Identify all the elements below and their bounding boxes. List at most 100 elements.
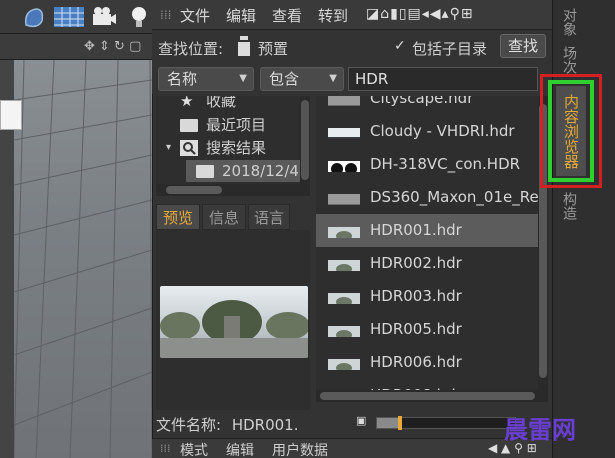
floor-grid-icon[interactable] xyxy=(52,3,86,31)
tab-language[interactable]: 语言 xyxy=(248,204,290,230)
include-subdirs-label: 包括子目录 xyxy=(412,40,488,58)
small-thumbnail-icon: ▣ xyxy=(356,414,367,427)
menu-file[interactable]: 文件 xyxy=(180,5,210,26)
tree-item-label: 2018/12/4 xyxy=(222,162,299,180)
file-thumbnail xyxy=(328,189,360,205)
hdr-preview-image xyxy=(160,286,308,358)
folder-tree[interactable]: ★ 收藏 最近项目 ▾ 搜索结果 2018/12/4 xyxy=(156,96,300,184)
grip-icon: ⁞⁞⁞ xyxy=(160,8,172,22)
menu-edit[interactable]: 编辑 xyxy=(226,5,256,26)
filter-condition-value: 包含 xyxy=(269,70,300,88)
file-name: DS360_Maxon_01e_Re xyxy=(370,188,538,206)
tab-structure[interactable]: 构造 xyxy=(559,186,579,226)
menu-user-data[interactable]: 用户数据 xyxy=(272,440,328,458)
file-row[interactable]: HDR006.hdr xyxy=(316,346,538,379)
file-row[interactable]: DS360_Maxon_01e_Re xyxy=(316,181,538,214)
tree-hscroll-thumb[interactable] xyxy=(166,186,222,194)
menu-view[interactable]: 查看 xyxy=(272,5,302,26)
file-name: Cityscape.hdr xyxy=(370,96,474,107)
tree-item-favorites[interactable]: ★ 收藏 xyxy=(156,96,300,112)
file-thumbnail xyxy=(328,123,360,139)
file-name: Cloudy - VHDRI.hdr xyxy=(370,122,515,140)
file-row[interactable]: HDR002.hdr xyxy=(316,247,538,280)
preset-icon xyxy=(238,36,250,56)
search-folder-icon xyxy=(180,140,198,156)
slider-fill xyxy=(377,418,398,428)
file-name: HDR005.hdr xyxy=(370,320,462,338)
chevron-down-icon[interactable]: ▾ xyxy=(166,137,171,159)
chevron-down-icon: ▼ xyxy=(329,73,337,84)
file-name: HDR001.hdr xyxy=(370,221,462,239)
tree-item-label: 搜索结果 xyxy=(206,139,267,157)
tree-item-label: 最近项目 xyxy=(206,116,267,134)
include-subdirs-checkbox[interactable]: ✓ xyxy=(394,38,406,54)
file-thumbnail xyxy=(328,96,360,106)
file-thumbnail xyxy=(328,288,360,304)
thumbnail-size-slider[interactable] xyxy=(376,416,516,430)
attributes-menubar: ⁞⁞⁞ 模式 编辑 用户数据 ◀ ▲ ⚲ ⊞ xyxy=(152,438,552,458)
filename-row: 文件名称: HDR001. xyxy=(156,412,314,438)
search-location-bar: 查找位置: 预置 ✓ 包括子目录 查找 xyxy=(152,30,552,64)
filename-label: 文件名称: xyxy=(156,416,222,434)
folder-icon xyxy=(196,165,214,178)
watermark-logo: 晨雷网 xyxy=(504,415,576,444)
file-row[interactable]: Cloudy - VHDRI.hdr xyxy=(316,115,538,148)
filter-condition-dropdown[interactable]: 包含 ▼ xyxy=(260,67,344,91)
viewport-overlay-box xyxy=(0,100,22,130)
file-row[interactable]: DH-318VC_con.HDR xyxy=(316,148,538,181)
location-value[interactable]: 预置 xyxy=(258,38,288,59)
filter-field-dropdown[interactable]: 名称 ▼ xyxy=(158,67,254,91)
right-tab-strip: 对象 场次 构造 xyxy=(552,0,615,458)
filename-value: HDR001. xyxy=(231,416,299,434)
find-button[interactable]: 查找 xyxy=(500,34,546,58)
file-row[interactable]: Cityscape.hdr xyxy=(316,96,538,115)
file-thumbnail xyxy=(328,222,360,238)
file-name: HDR006.hdr xyxy=(370,353,462,371)
main-toolbar xyxy=(0,0,152,34)
info-tabs: 预览 信息 语言 xyxy=(156,204,310,230)
file-name: HDR002.hdr xyxy=(370,254,462,272)
file-thumbnail xyxy=(328,156,360,172)
file-thumbnail xyxy=(328,255,360,271)
spline-pen-icon[interactable] xyxy=(20,3,48,31)
filter-field-value: 名称 xyxy=(167,70,198,88)
location-label: 查找位置: xyxy=(158,40,224,58)
file-row[interactable]: HDR005.hdr xyxy=(316,313,538,346)
chevron-down-icon: ▼ xyxy=(239,73,247,84)
light-bulb-icon[interactable] xyxy=(128,3,150,31)
camera-icon[interactable] xyxy=(90,3,118,31)
tree-item-recent[interactable]: 最近项目 xyxy=(156,114,300,136)
star-icon: ★ xyxy=(180,96,194,110)
filter-query-input[interactable]: HDR xyxy=(348,67,538,91)
tree-item-label: 收藏 xyxy=(206,96,237,110)
viewport-nav-icons[interactable]: ✥ ⇕ ↻ ▢ xyxy=(84,39,141,54)
tab-takes[interactable]: 场次 xyxy=(559,46,579,74)
menu-goto[interactable]: 转到 xyxy=(318,5,348,26)
tab-content-browser[interactable]: 内容浏览器 xyxy=(556,86,586,176)
list-hscroll-thumb[interactable] xyxy=(320,392,535,400)
menubar-tool-icons[interactable]: ◪⌂▮▯▤◂◀▴⚲⊞ xyxy=(366,6,474,22)
tree-item-date[interactable]: 2018/12/4 xyxy=(186,160,300,182)
file-thumbnail xyxy=(328,354,360,370)
grip-icon: ⁞⁞⁞ xyxy=(160,442,171,455)
file-list[interactable]: Cityscape.hdr Cloudy - VHDRI.hdr DH-318VC_… xyxy=(316,96,538,396)
file-row[interactable]: HDR003.hdr xyxy=(316,280,538,313)
filter-bar: 名称 ▼ 包含 ▼ HDR xyxy=(152,64,552,94)
file-name: DH-318VC_con.HDR xyxy=(370,155,521,173)
tab-info[interactable]: 信息 xyxy=(202,204,246,230)
file-thumbnail xyxy=(328,321,360,337)
menu-mode[interactable]: 模式 xyxy=(180,440,208,458)
browser-menubar: ⁞⁞⁞ 文件 编辑 查看 转到 ◪⌂▮▯▤◂◀▴⚲⊞ xyxy=(152,0,552,30)
slider-knob[interactable] xyxy=(398,416,402,430)
folder-icon xyxy=(180,119,198,132)
file-name: HDR003.hdr xyxy=(370,287,462,305)
tree-scroll-thumb[interactable] xyxy=(301,100,309,180)
tree-item-search-results[interactable]: ▾ 搜索结果 xyxy=(156,137,300,159)
tab-objects[interactable]: 对象 xyxy=(559,4,579,40)
floor-grid xyxy=(14,60,152,458)
menu-edit-attr[interactable]: 编辑 xyxy=(226,440,254,458)
viewport-header: ✥ ⇕ ↻ ▢ xyxy=(0,34,152,60)
file-row[interactable]: HDR001.hdr xyxy=(316,214,538,247)
3d-viewport[interactable] xyxy=(14,60,152,458)
tab-preview[interactable]: 预览 xyxy=(156,204,200,230)
